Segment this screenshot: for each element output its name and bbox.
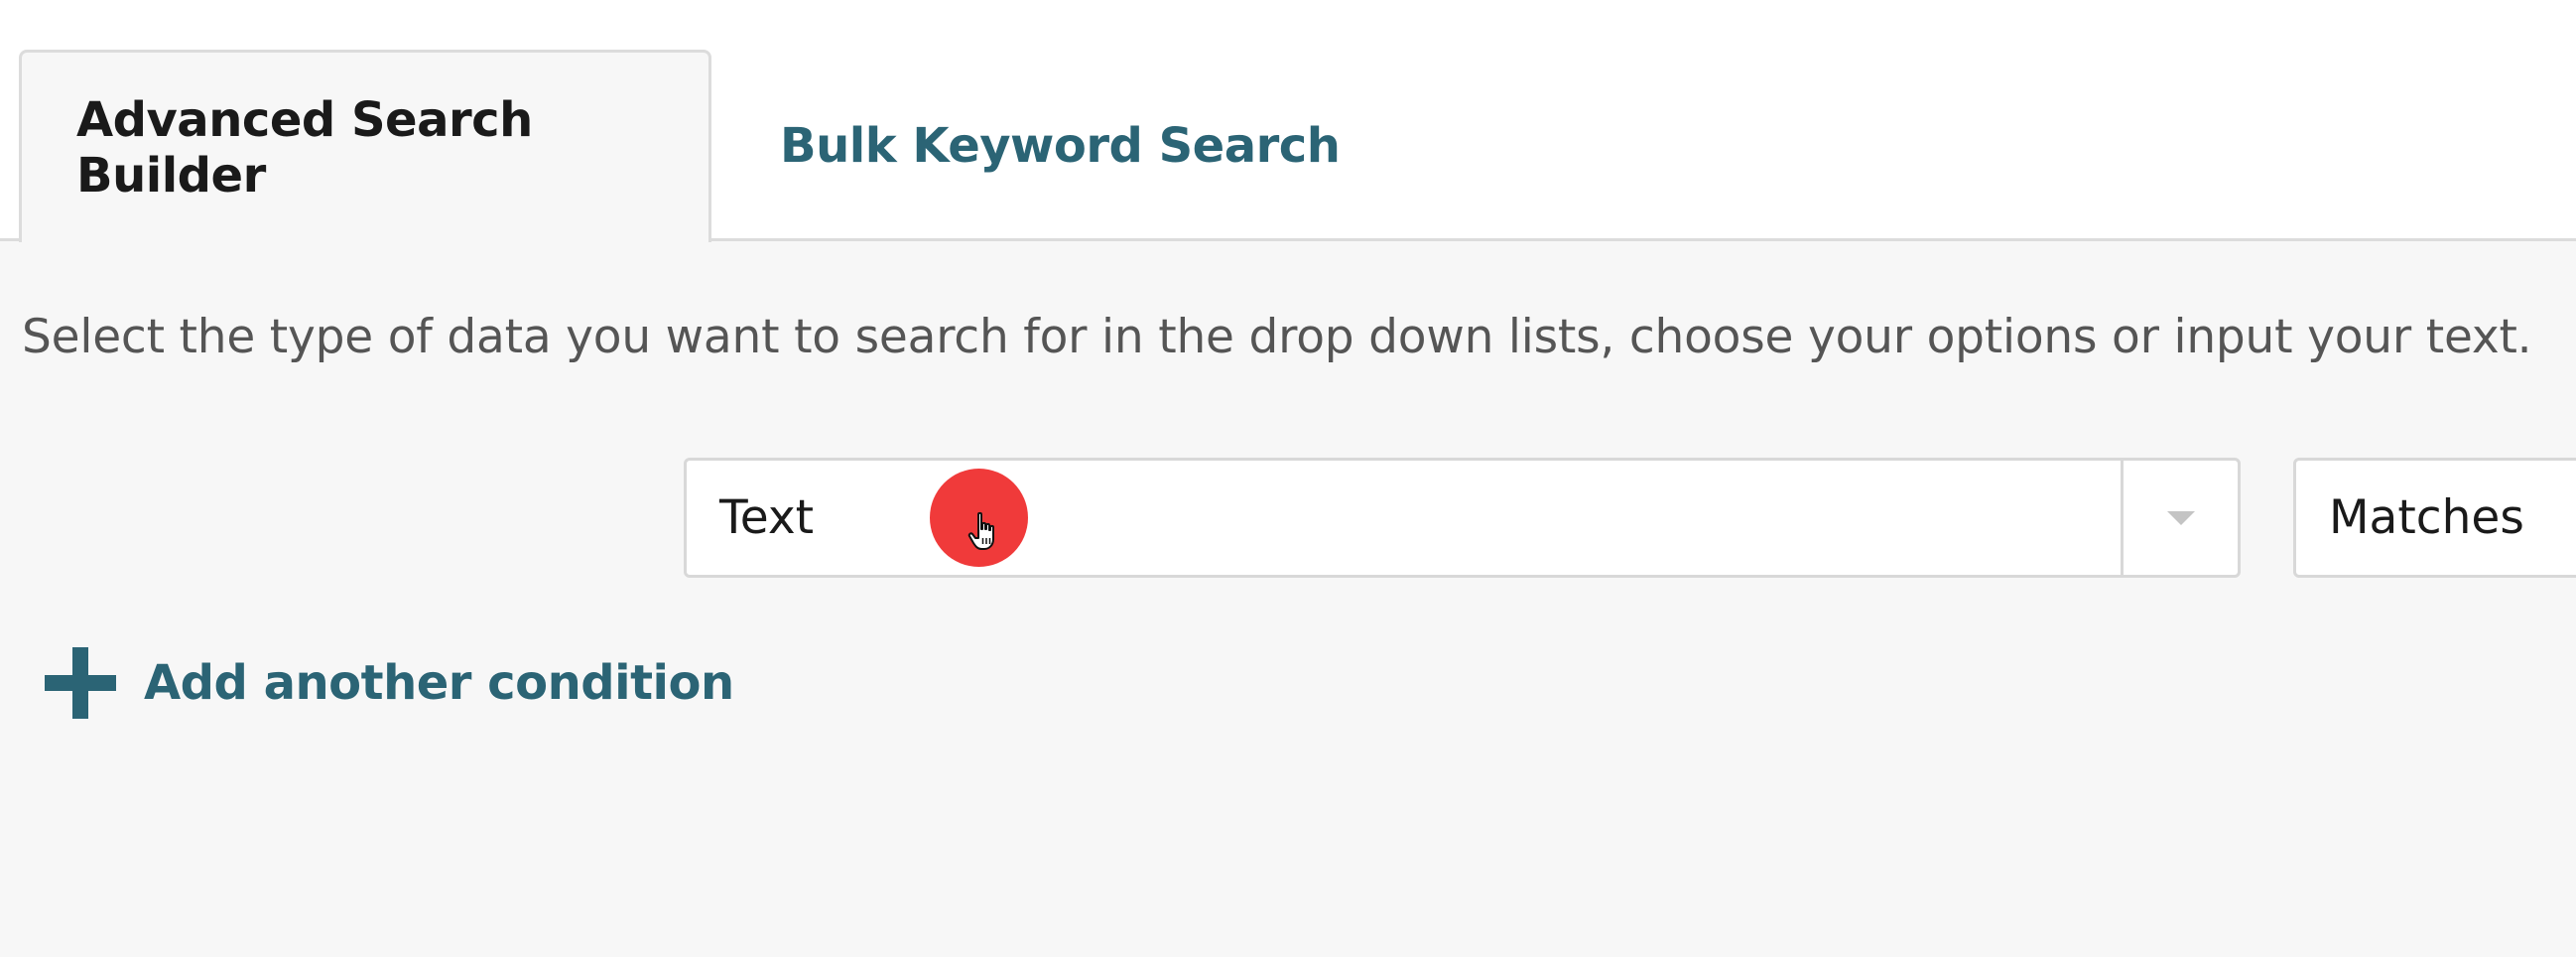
instructions-text: Select the type of data you want to sear… (22, 310, 2532, 364)
add-condition-label: Add another condition (144, 655, 734, 711)
operator-select[interactable]: Matches (2293, 458, 2576, 578)
dropdown-toggle[interactable] (2121, 461, 2238, 575)
chevron-down-icon (2166, 510, 2195, 525)
tab-bar: Advanced Search Builder Bulk Keyword Sea… (0, 0, 2576, 242)
plus-icon (45, 647, 116, 719)
tab-bulk-keyword-search[interactable]: Bulk Keyword Search (780, 50, 1341, 241)
tab-label: Advanced Search Builder (76, 91, 533, 204)
operator-value: Matches (2329, 490, 2524, 545)
tab-advanced-search-builder[interactable]: Advanced Search Builder (19, 50, 711, 242)
add-another-condition-button[interactable]: Add another condition (45, 645, 734, 721)
field-type-value: Text (719, 490, 815, 545)
tab-label: Bulk Keyword Search (780, 117, 1341, 174)
field-type-select[interactable]: Text (684, 458, 2241, 578)
hand-pointer-icon (967, 511, 994, 550)
search-builder-page: Advanced Search Builder Bulk Keyword Sea… (0, 0, 2576, 957)
